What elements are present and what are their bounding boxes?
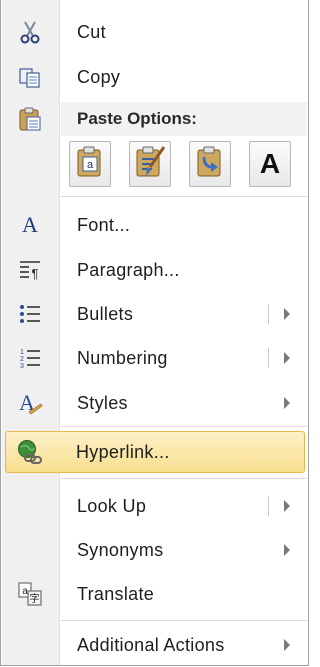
menu-item-label: Styles xyxy=(77,393,128,413)
menu-item-cut[interactable]: Cut xyxy=(3,12,306,52)
keep-source-formatting-icon: a xyxy=(75,146,105,183)
menu-item-label: Font... xyxy=(77,215,131,235)
menu-divider xyxy=(61,426,307,427)
merge-formatting-button[interactable] xyxy=(129,141,171,187)
keep-text-only-button[interactable]: A xyxy=(249,141,291,187)
copy-icon xyxy=(17,65,43,89)
styles-icon: A xyxy=(17,390,43,415)
menu-item-additional-actions[interactable]: Additional Actions xyxy=(3,625,306,665)
paste-options-row: a A xyxy=(69,141,305,187)
paste-options-label: Paste Options: xyxy=(77,109,197,128)
menu-divider xyxy=(61,620,307,621)
menu-item-label: Look Up xyxy=(77,496,147,516)
menu-item-bullets[interactable]: Bullets xyxy=(3,294,306,334)
keep-text-only-arrow-icon xyxy=(195,146,225,183)
submenu-arrow-icon[interactable] xyxy=(284,639,290,651)
bullets-icon xyxy=(17,302,43,326)
menu-item-label: Translate xyxy=(77,584,155,604)
menu-item-paragraph[interactable]: ¶ Paragraph... xyxy=(3,250,306,290)
font-icon: A xyxy=(22,212,38,237)
svg-text:¶: ¶ xyxy=(32,266,39,280)
submenu-separator xyxy=(268,496,269,516)
submenu-arrow-icon[interactable] xyxy=(284,308,290,320)
svg-text:3: 3 xyxy=(20,363,24,369)
submenu-arrow-icon[interactable] xyxy=(284,500,290,512)
menu-item-copy[interactable]: Copy xyxy=(3,57,306,97)
translate-icon: a 字 xyxy=(17,582,43,606)
menu-item-styles[interactable]: A Styles xyxy=(3,383,306,423)
scissors-icon xyxy=(17,20,43,44)
menu-item-look-up[interactable]: Look Up xyxy=(3,486,306,526)
svg-text:a: a xyxy=(87,159,94,171)
menu-item-translate[interactable]: a 字 Translate xyxy=(3,574,306,614)
menu-item-label: Paragraph... xyxy=(77,260,180,280)
menu-item-label: Synonyms xyxy=(77,540,164,560)
submenu-arrow-icon[interactable] xyxy=(284,352,290,364)
menu-divider xyxy=(61,478,307,479)
menu-item-label: Cut xyxy=(77,22,106,42)
menu-item-numbering[interactable]: 1 2 3 Numbering xyxy=(3,338,306,378)
merge-formatting-icon xyxy=(134,145,166,184)
numbering-icon: 1 2 3 xyxy=(17,346,43,370)
menu-item-label: Numbering xyxy=(77,348,168,368)
menu-item-font[interactable]: A Font... xyxy=(3,205,306,245)
menu-item-hyperlink[interactable]: Hyperlink... xyxy=(5,431,305,473)
menu-item-synonyms[interactable]: Synonyms xyxy=(3,530,306,570)
keep-text-only-icon: A xyxy=(259,148,281,179)
paste-icon xyxy=(17,106,43,132)
menu-item-label: Hyperlink... xyxy=(76,442,170,462)
keep-source-formatting-button[interactable]: a xyxy=(69,141,111,187)
svg-text:字: 字 xyxy=(30,592,40,605)
submenu-arrow-icon[interactable] xyxy=(284,544,290,556)
svg-text:a: a xyxy=(22,586,28,597)
menu-item-label: Additional Actions xyxy=(77,635,225,655)
hyperlink-icon xyxy=(16,440,42,464)
submenu-separator xyxy=(268,304,269,324)
menu-item-label: Copy xyxy=(77,67,121,87)
paste-options-header: Paste Options: xyxy=(61,102,307,136)
submenu-arrow-icon[interactable] xyxy=(284,397,290,409)
menu-item-label: Bullets xyxy=(77,304,134,324)
svg-text:1: 1 xyxy=(20,349,24,356)
paragraph-icon: ¶ xyxy=(17,258,43,282)
menu-divider xyxy=(61,196,307,197)
keep-text-only-arrow-button[interactable] xyxy=(189,141,231,187)
context-menu: Cut Copy Paste Options: a A A Font... ¶ … xyxy=(0,0,309,666)
submenu-separator xyxy=(268,348,269,368)
svg-text:2: 2 xyxy=(20,356,24,363)
